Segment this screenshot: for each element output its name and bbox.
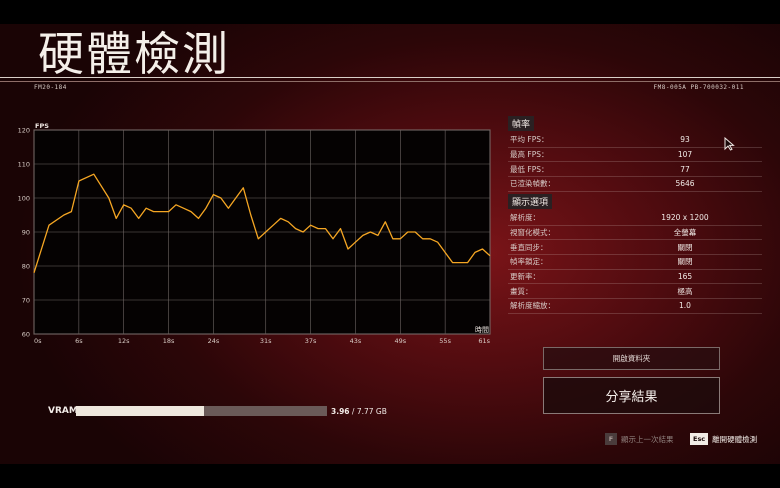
- frame-rate-panel: 幀率 平均 FPS： 93 最高 FPS： 107 最低 FPS： 77 已渲染幀數： 564…: [508, 112, 762, 192]
- display-option-row: 解析度： 1920 x 1200: [508, 211, 762, 226]
- y-tick-label: 70: [22, 297, 30, 305]
- x-tick-label: 0s: [34, 337, 42, 345]
- display-option-label: 視窗化模式：: [510, 228, 555, 238]
- show-previous-result-button[interactable]: F 顯示上一次結果: [605, 433, 674, 445]
- frame-rate-label: 平均 FPS：: [510, 135, 549, 145]
- x-tick-label: 61s: [478, 337, 490, 345]
- display-option-value: 1.0: [679, 301, 691, 311]
- display-option-value: 關閉: [677, 242, 693, 252]
- vram-usage-text: 3.96 / 7.77 GB: [331, 407, 387, 416]
- vram-label: VRAM: [48, 406, 78, 416]
- x-tick-label: 55s: [439, 337, 451, 345]
- display-options-panel: 顯示選項 解析度： 1920 x 1200 視窗化模式： 全螢幕 垂直同步： 關閉 幀率鎖定…: [508, 190, 762, 314]
- y-tick-label: 100: [18, 195, 30, 203]
- display-option-label: 更新率：: [510, 272, 540, 282]
- share-results-button[interactable]: 分享結果: [543, 377, 720, 414]
- display-option-row: 幀率鎖定： 關閉: [508, 255, 762, 270]
- x-tick-label: 6s: [75, 337, 83, 345]
- display-option-label: 解析度：: [510, 213, 540, 223]
- display-option-row: 更新率： 165: [508, 270, 762, 285]
- display-option-label: 畫質：: [510, 286, 533, 296]
- frame-rate-label: 最高 FPS：: [510, 150, 549, 160]
- display-option-value: 全螢幕: [673, 228, 697, 238]
- frame-rate-label: 已渲染幀數：: [510, 179, 555, 189]
- display-option-label: 解析度縮放：: [510, 301, 555, 311]
- vram-used: 3.96: [331, 407, 350, 416]
- y-tick-label: 60: [22, 331, 30, 339]
- display-option-row: 垂直同步： 關閉: [508, 240, 762, 256]
- display-option-value: 關閉: [677, 257, 693, 267]
- vram-usage-fill: [76, 406, 204, 416]
- vram-usage-bar: [76, 406, 327, 416]
- display-option-value: 1920 x 1200: [661, 213, 709, 223]
- frame-rate-value: 107: [677, 150, 693, 160]
- display-option-label: 垂直同步：: [510, 242, 548, 252]
- exit-benchmark-label: 離開硬體檢測: [712, 434, 758, 444]
- display-option-value: 極高: [677, 286, 693, 296]
- x-tick-label: 49s: [394, 337, 406, 345]
- x-tick-label: 12s: [118, 337, 130, 345]
- display-option-label: 幀率鎖定：: [510, 257, 548, 267]
- key-esc-icon: Esc: [690, 433, 709, 445]
- exit-benchmark-button[interactable]: Esc 離開硬體檢測: [690, 433, 757, 445]
- display-option-row: 畫質： 極高: [508, 284, 762, 300]
- x-tick-label: 37s: [305, 337, 317, 345]
- fps-chart: 120 110 100 90 80 70 60 0s 6s 12s 18s 24s 31s 37s 43s 4…: [16, 118, 500, 348]
- frame-rate-row: 最低 FPS： 77: [508, 162, 762, 178]
- display-option-row: 視窗化模式： 全螢幕: [508, 226, 762, 241]
- frame-rate-value: 5646: [675, 179, 695, 189]
- y-tick-label: 120: [18, 127, 30, 135]
- frame-rate-label: 最低 FPS：: [510, 164, 549, 174]
- display-options-heading: 顯示選項: [508, 194, 553, 209]
- vram-total: 7.77 GB: [356, 407, 387, 416]
- open-folder-button[interactable]: 開啟資料夾: [543, 347, 720, 370]
- y-tick-label: 80: [22, 263, 30, 271]
- key-f-icon: F: [605, 433, 617, 445]
- header-code-left: FM20-184: [34, 84, 67, 91]
- benchmark-screen: 硬體檢測 FM20-184 FM8-005A PB-700032-011 120…: [0, 24, 780, 464]
- frame-rate-heading: 幀率: [508, 116, 535, 131]
- header-divider-secondary: [0, 81, 780, 82]
- y-tick-label: 110: [18, 161, 30, 169]
- x-tick-label: 43s: [350, 337, 362, 345]
- x-tick-label: 24s: [208, 337, 220, 345]
- frame-rate-value: 77: [680, 164, 690, 174]
- frame-rate-value: 93: [680, 135, 690, 145]
- show-previous-result-label: 顯示上一次結果: [621, 434, 674, 444]
- page-title: 硬體檢測: [38, 27, 230, 81]
- y-axis-label: FPS: [35, 122, 49, 130]
- x-axis-label: 時間: [475, 326, 489, 334]
- x-tick-label: 18s: [163, 337, 175, 345]
- header-code-right: FM8-005A PB-700032-011: [653, 84, 744, 91]
- display-option-row: 解析度縮放： 1.0: [508, 299, 762, 314]
- header-divider: [0, 77, 780, 78]
- y-tick-label: 90: [22, 229, 30, 237]
- mouse-cursor-icon: [724, 137, 735, 151]
- display-option-value: 165: [677, 272, 693, 282]
- fps-chart-svg: 120 110 100 90 80 70 60 0s 6s 12s 18s 24s 31s 37s 43s 4…: [18, 122, 491, 345]
- x-tick-label: 31s: [260, 337, 272, 345]
